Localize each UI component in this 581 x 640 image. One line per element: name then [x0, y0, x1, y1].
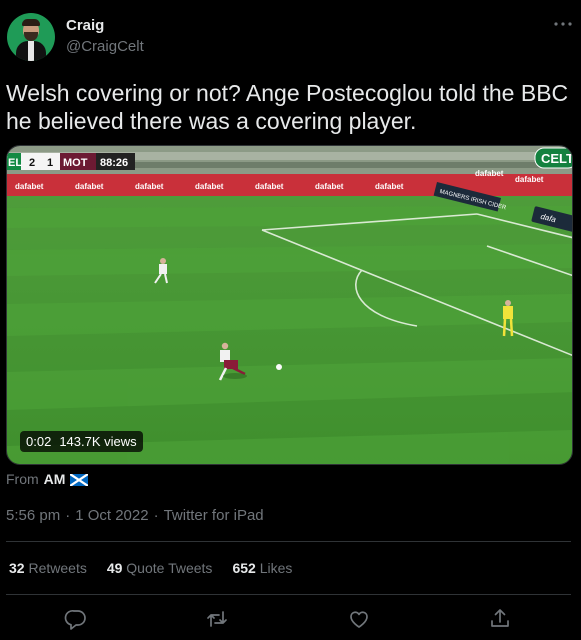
likes-stat[interactable]: 652 Likes [232, 560, 292, 576]
quotes-label: Quote Tweets [126, 560, 213, 576]
retweets-stat[interactable]: 32 Retweets [9, 560, 87, 576]
action-bar [0, 606, 581, 632]
scotland-flag-icon [69, 473, 90, 487]
source-name[interactable]: AM [44, 471, 66, 487]
ad-board-text: dafabet [315, 182, 344, 191]
likes-count: 652 [232, 560, 256, 576]
likes-label: Likes [259, 560, 293, 576]
tweet-client[interactable]: Twitter for iPad [164, 507, 264, 524]
tweet-text: Welsh covering or not? Ange Postecoglou … [6, 80, 569, 134]
divider [6, 541, 571, 542]
avatar-beard [24, 32, 38, 41]
scoreboard-home: EL [8, 157, 22, 169]
ad-board-text: dafabet [375, 182, 404, 191]
video-timer: 0:02 143.7K views [20, 431, 143, 452]
ad-board-text: dafabet [15, 182, 44, 191]
scoreboard-away-score: 1 [47, 157, 53, 169]
retweets-label: Retweets [28, 560, 87, 576]
channel-badge-text: CELT [541, 151, 573, 166]
ad-board-text: dafabet [515, 175, 544, 184]
retweet-icon[interactable] [204, 606, 230, 632]
divider [6, 594, 571, 595]
source-prefix: From [6, 471, 39, 487]
ad-board-text: dafabet [135, 182, 164, 191]
tweet-time[interactable]: 5:56 pm [6, 507, 60, 524]
ball [276, 364, 282, 370]
avatar[interactable] [7, 13, 55, 61]
avatar-hair [22, 19, 40, 26]
like-icon[interactable] [346, 606, 372, 632]
author-handle[interactable]: @CraigCelt [66, 38, 144, 55]
scoreboard-home-score: 2 [29, 157, 35, 169]
share-icon[interactable] [487, 606, 513, 632]
more-horizontal-icon[interactable] [550, 14, 576, 34]
scoreboard-away: MOT [63, 157, 88, 169]
tweet-date[interactable]: 1 Oct 2022 [75, 507, 148, 524]
meta-separator: · [153, 507, 159, 524]
retweets-count: 32 [9, 560, 25, 576]
ad-board-text: dafabet [255, 182, 284, 191]
source-attribution: From AM [6, 471, 90, 487]
tweet-stats: 32 Retweets 49 Quote Tweets 652 Likes [9, 560, 292, 576]
tweet-meta: 5:56 pm · 1 Oct 2022 · Twitter for iPad [6, 507, 264, 524]
video-views: 143.7K views [59, 434, 137, 449]
avatar-scarf [28, 41, 34, 61]
ad-board-text: dafabet [75, 182, 104, 191]
quotes-stat[interactable]: 49 Quote Tweets [107, 560, 213, 576]
ad-board-text: dafabet [195, 182, 224, 191]
author-name[interactable]: Craig [66, 17, 104, 34]
quotes-count: 49 [106, 560, 123, 576]
video-player[interactable]: dafabet dafabet dafabet dafabet dafabet … [6, 145, 573, 465]
video-time: 0:02 [26, 434, 52, 449]
scoreboard-clock: 88:26 [100, 157, 128, 169]
reply-icon[interactable] [63, 606, 89, 632]
ad-board-text: dafabet [475, 169, 504, 178]
meta-separator: · [65, 507, 71, 524]
